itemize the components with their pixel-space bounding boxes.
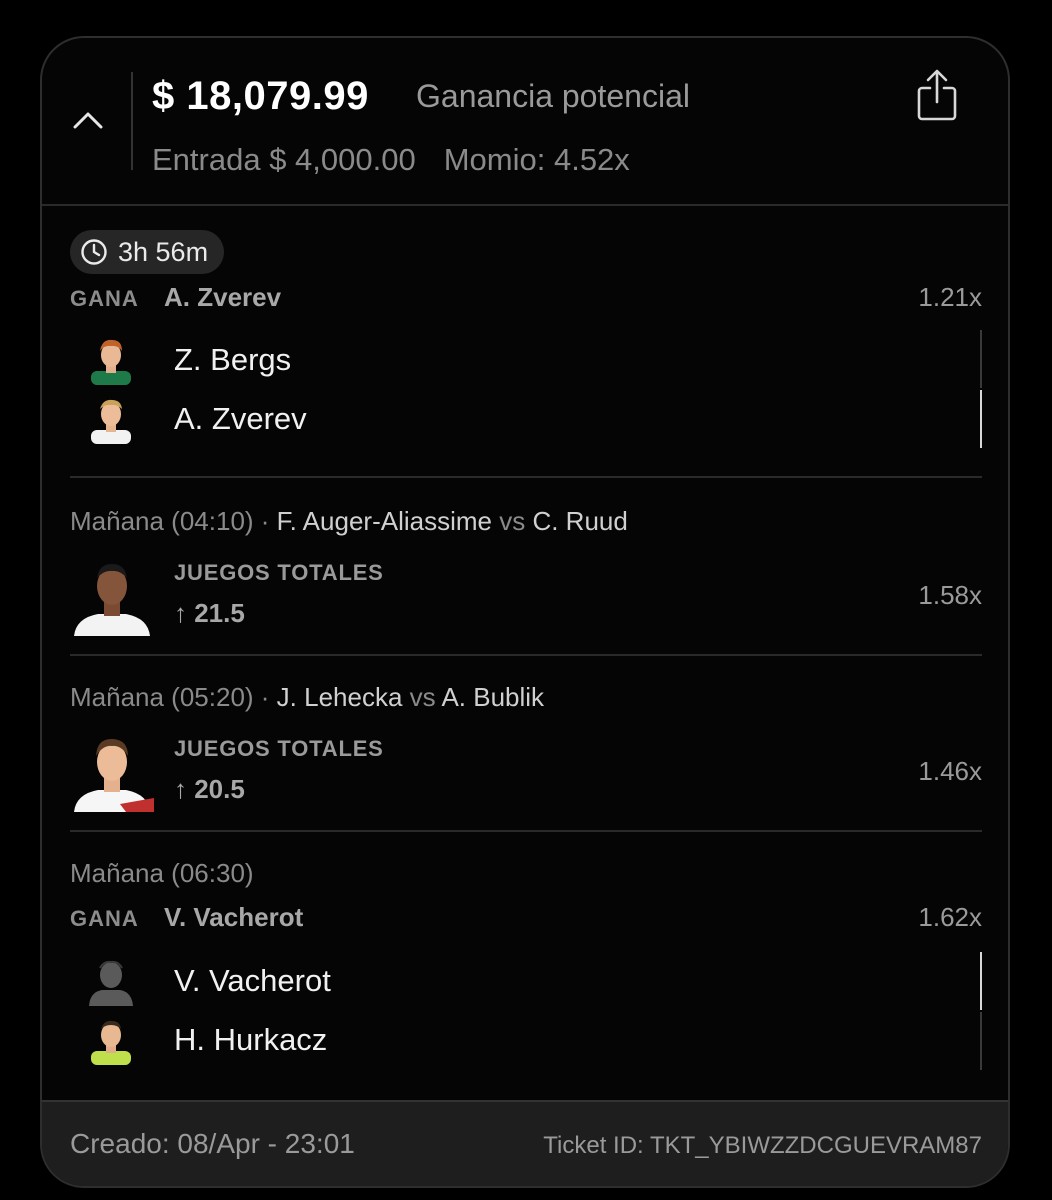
score-bar-active — [980, 390, 982, 448]
player-avatar — [91, 399, 131, 444]
vs-label: vs — [409, 682, 436, 712]
leg-label-win: GANA — [70, 906, 139, 931]
match-time: Mañana (04:10) — [70, 506, 254, 536]
score-bar-track — [980, 1012, 982, 1070]
match-header: Mañana (04:10) · F. Auger-Aliassime vs C… — [70, 506, 628, 536]
leg-multiplier: 1.58x — [918, 580, 982, 610]
vs-label: vs — [499, 506, 526, 536]
player-avatar — [74, 564, 150, 636]
match-team-2: A. Bublik — [441, 682, 545, 712]
player-name: Z. Bergs — [174, 342, 292, 377]
header-divider — [131, 72, 133, 170]
player-avatar — [91, 339, 131, 385]
player-row: H. Hurkacz — [86, 1015, 327, 1065]
player-name: A. Zverev — [174, 401, 307, 436]
match-header: Mañana (05:20) · J. Lehecka vs A. Bublik — [70, 682, 545, 712]
entry-odds-row: Entrada $ 4,000.00 Momio: 4.52x — [152, 142, 630, 178]
leg-divider — [70, 654, 982, 656]
player-avatar — [74, 738, 154, 812]
match-team-1: J. Lehecka — [276, 682, 403, 712]
share-icon[interactable] — [916, 68, 958, 122]
score-bar-track — [980, 330, 982, 388]
potential-payout: $ 18,079.99 — [152, 74, 369, 118]
leg-multiplier: 1.62x — [918, 902, 982, 932]
leg-pick: A. Zverev — [164, 282, 282, 312]
match-team-2: C. Ruud — [532, 506, 628, 536]
player-name: V. Vacherot — [174, 963, 331, 998]
bet-ticket-card: $ 18,079.99 Ganancia potencial Entrada $… — [40, 36, 1010, 1188]
leg-pick: V. Vacherot — [164, 902, 304, 932]
clock-icon — [81, 239, 107, 265]
leg-divider — [70, 830, 982, 832]
entry-amount: Entrada $ 4,000.00 — [152, 142, 416, 177]
market-label: JUEGOS TOTALES — [174, 560, 384, 585]
market-line: ↑ 20.5 — [174, 774, 245, 804]
player-name: H. Hurkacz — [174, 1022, 328, 1057]
ticket-footer: Creado: 08/Apr - 23:01 Ticket ID: TKT_YB… — [42, 1100, 1008, 1186]
total-odds: Momio: 4.52x — [443, 142, 630, 177]
match-team-1: F. Auger-Aliassime — [276, 506, 492, 536]
leg-multiplier: 1.21x — [918, 282, 982, 312]
market-label: JUEGOS TOTALES — [174, 736, 384, 761]
ticket-id: Ticket ID: TKT_YBIWZZDCGUEVRAM87 — [543, 1132, 982, 1159]
match-time: Mañana (06:30) — [70, 858, 254, 888]
player-row: A. Zverev — [86, 394, 307, 444]
created-date: Creado: 08/Apr - 23:01 — [70, 1128, 355, 1159]
ticket-header: $ 18,079.99 Ganancia potencial Entrada $… — [42, 38, 1008, 206]
market-line: ↑ 21.5 — [174, 598, 245, 628]
score-bar-active — [980, 952, 982, 1010]
leg-multiplier: 1.46x — [918, 756, 982, 786]
chevron-up-icon[interactable] — [72, 110, 104, 130]
match-header: Mañana (06:30) — [70, 858, 254, 889]
player-placeholder-avatar — [89, 960, 133, 1006]
leg-divider — [70, 476, 982, 478]
countdown-text: 3h 56m — [118, 236, 209, 267]
leg-label-win: GANA — [70, 286, 139, 311]
player-row: V. Vacherot — [86, 956, 331, 1006]
player-row: Z. Bergs — [86, 335, 291, 385]
player-avatar — [91, 1020, 131, 1065]
payout-label: Ganancia potencial — [416, 78, 690, 114]
countdown-badge: 3h 56m — [70, 230, 225, 274]
match-time: Mañana (05:20) — [70, 682, 254, 712]
